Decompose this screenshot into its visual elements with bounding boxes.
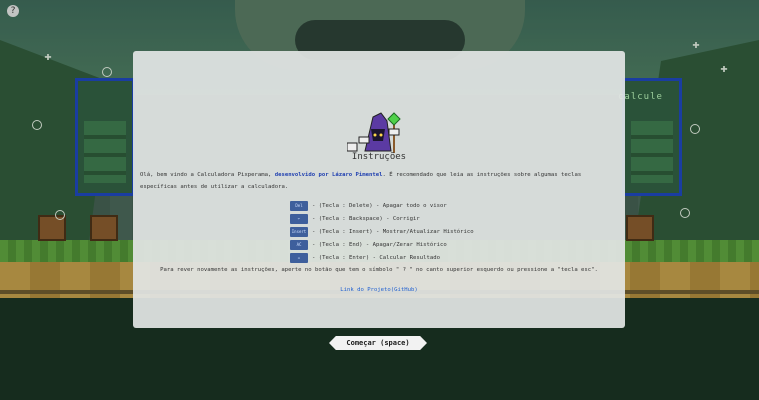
key-badge-del: Del [290, 200, 308, 211]
intro-part1: Olá, bem vindo a Calculadora Pixperama, [140, 172, 275, 178]
key-badge-equals: = [290, 253, 308, 264]
key-description: - (Tecla : End) - Apagar/Zerar Histórico [312, 242, 447, 249]
key-row: Insert - (Tecla : Insert) - Mostrar/Atua… [290, 225, 474, 238]
intro-text: Olá, bem vindo a Calculadora Pixperama, … [140, 169, 616, 193]
key-description: - (Tecla : Enter) - Calcular Resultado [312, 255, 440, 262]
key-badge-ac: AC [290, 240, 308, 251]
key-description: - (Tecla : Delete) - Apagar todo o visor [312, 202, 447, 209]
key-badge-insert: Insert [290, 226, 308, 237]
start-button[interactable]: Começar (space) [329, 336, 427, 350]
help-hint: Para rever novamente as instruções, aper… [160, 267, 598, 273]
key-row: ← - (Tecla : Backspace) - Corrigir [290, 212, 474, 225]
author-link[interactable]: desenvolvido por Lázaro Pimentel [275, 172, 383, 178]
key-row: = - (Tecla : Enter) - Calcular Resultado [290, 252, 474, 265]
key-description: - (Tecla : Insert) - Mostrar/Atualizar H… [312, 228, 474, 235]
key-description: - (Tecla : Backspace) - Corrigir [312, 215, 420, 222]
key-row: Del - (Tecla : Delete) - Apagar todo o v… [290, 199, 474, 212]
wizard-icon [347, 112, 401, 153]
key-row: AC - (Tecla : End) - Apagar/Zerar Histór… [290, 239, 474, 252]
modal-title: Instruções [351, 152, 407, 162]
key-list: Del - (Tecla : Delete) - Apagar todo o v… [290, 199, 474, 265]
instructions-modal: Instruções Olá, bem vindo a Calculadora … [133, 51, 625, 328]
key-badge-backspace: ← [290, 213, 308, 224]
project-link[interactable]: Link do Projeto(GitHub) [133, 287, 625, 293]
